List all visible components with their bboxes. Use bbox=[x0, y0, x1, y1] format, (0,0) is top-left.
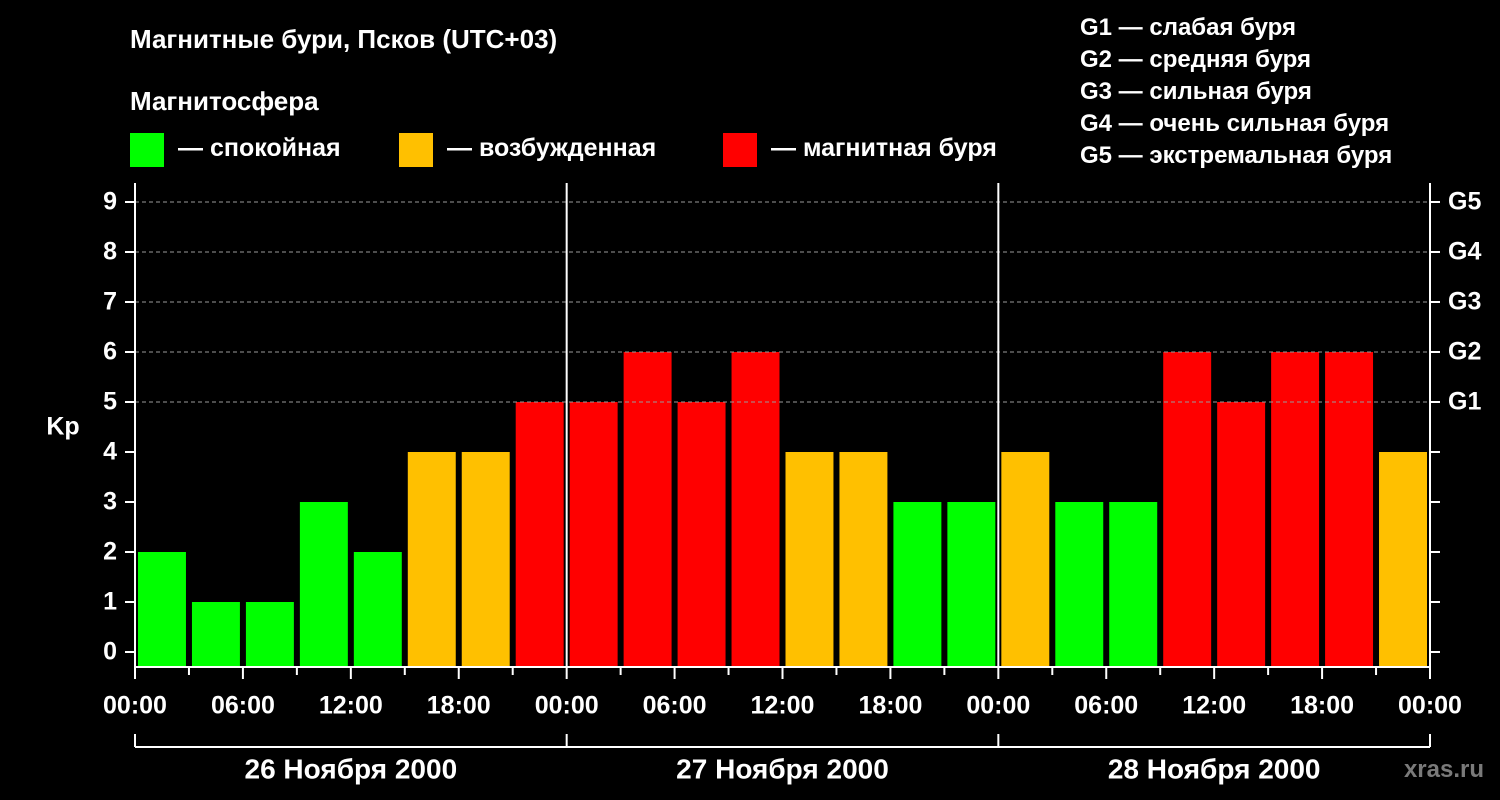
x-tick-label: 06:00 bbox=[211, 692, 275, 720]
kp-bar bbox=[623, 352, 672, 667]
y-tick-label: 2 bbox=[103, 538, 117, 566]
kp-bar bbox=[893, 502, 942, 667]
g-tick-label: G4 bbox=[1448, 238, 1481, 266]
y-tick-label: 7 bbox=[103, 288, 117, 316]
kp-bar bbox=[138, 552, 186, 667]
g-tick-label: G3 bbox=[1448, 288, 1481, 316]
x-tick-label: 18:00 bbox=[858, 692, 922, 720]
day-label: 28 Ноября 2000 bbox=[1108, 753, 1321, 784]
y-tick-label: 3 bbox=[103, 488, 117, 516]
x-tick-label: 06:00 bbox=[643, 692, 707, 720]
kp-bar bbox=[947, 502, 996, 667]
y-tick-label: 1 bbox=[103, 588, 117, 616]
kp-bar bbox=[353, 552, 402, 667]
kp-bar bbox=[839, 452, 888, 667]
kp-bar bbox=[785, 452, 834, 667]
x-tick-label: 00:00 bbox=[966, 692, 1030, 720]
kp-bar bbox=[245, 602, 294, 667]
kp-bar bbox=[1271, 352, 1320, 667]
y-tick-label: 8 bbox=[103, 238, 117, 266]
kp-bar bbox=[191, 602, 240, 667]
kp-bar bbox=[1217, 402, 1266, 667]
y-tick-label: 5 bbox=[103, 388, 117, 416]
x-tick-label: 12:00 bbox=[319, 692, 383, 720]
x-tick-label: 00:00 bbox=[103, 692, 167, 720]
day-label: 27 Ноября 2000 bbox=[676, 753, 889, 784]
kp-bar bbox=[677, 402, 726, 667]
x-tick-label: 00:00 bbox=[1398, 692, 1462, 720]
x-tick-label: 06:00 bbox=[1074, 692, 1138, 720]
x-tick-label: 12:00 bbox=[1182, 692, 1246, 720]
kp-bar bbox=[407, 452, 456, 667]
kp-bar bbox=[461, 452, 510, 667]
x-tick-label: 18:00 bbox=[427, 692, 491, 720]
watermark: xras.ru bbox=[1403, 756, 1484, 783]
kp-bar bbox=[1379, 452, 1427, 667]
kp-bar bbox=[731, 352, 780, 667]
g-tick-label: G2 bbox=[1448, 338, 1481, 366]
kp-bar bbox=[569, 402, 618, 667]
kp-bar-chart: 0 1 2 3 4 5 6 7 8 9 G1 G2 G3 G4 G5 Kp 00:00 06:00 12:00 18:… bbox=[46, 183, 1481, 784]
y-tick-label: 4 bbox=[103, 438, 117, 466]
x-tick-label: 18:00 bbox=[1290, 692, 1354, 720]
kp-bar bbox=[1055, 502, 1104, 667]
kp-bar bbox=[1163, 352, 1212, 667]
y-tick-label: 6 bbox=[103, 338, 117, 366]
y-tick-label: 9 bbox=[103, 188, 117, 216]
kp-bar bbox=[1109, 502, 1158, 667]
g-tick-label: G1 bbox=[1448, 388, 1481, 416]
g-tick-label: G5 bbox=[1448, 188, 1481, 216]
kp-bar bbox=[515, 402, 564, 667]
kp-bar bbox=[1001, 452, 1050, 667]
y-tick-label: 0 bbox=[103, 638, 117, 666]
kp-bar bbox=[1325, 352, 1374, 667]
x-tick-label: 00:00 bbox=[535, 692, 599, 720]
kp-bar bbox=[299, 502, 348, 667]
day-label: 26 Ноября 2000 bbox=[245, 753, 458, 784]
y-axis-label: Kp bbox=[46, 413, 79, 441]
x-tick-label: 12:00 bbox=[751, 692, 815, 720]
